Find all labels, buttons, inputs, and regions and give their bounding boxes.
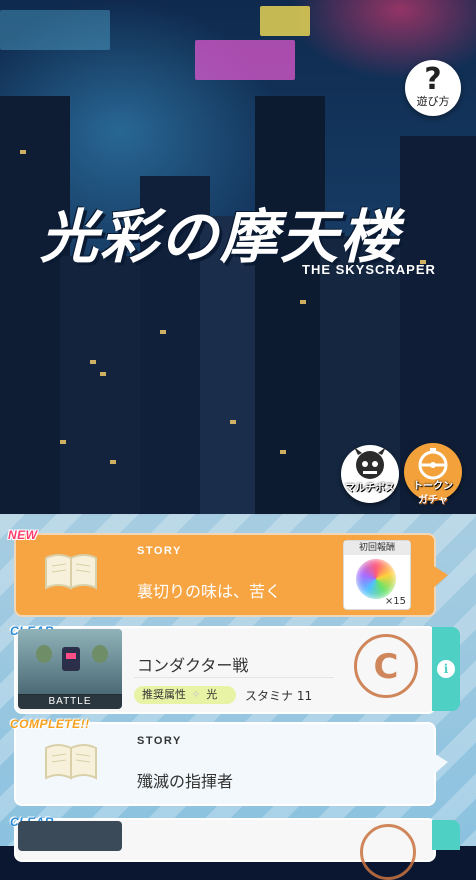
help-label: 遊び方 bbox=[416, 95, 450, 108]
quest-type-label: STORY bbox=[137, 545, 182, 557]
neon-sign bbox=[0, 10, 110, 50]
building bbox=[60, 256, 150, 516]
battle-label: BATTLE bbox=[18, 694, 122, 709]
window-light bbox=[60, 440, 66, 444]
event-logo: 光彩の摩天楼 THE SKYSCRAPER bbox=[40, 190, 460, 285]
neon-sign bbox=[260, 6, 310, 36]
quest-title: 裏切りの味は、苦く bbox=[137, 582, 282, 601]
enemy-conductor bbox=[62, 647, 80, 671]
enemy-minion bbox=[36, 645, 52, 663]
battle-thumbnail: BATTLE bbox=[18, 629, 122, 709]
window-light bbox=[90, 360, 96, 364]
multi-boss-button[interactable]: マルチボス bbox=[341, 445, 399, 503]
new-badge: NEW bbox=[8, 528, 38, 542]
token-gacha-button[interactable]: トークン ガチャ bbox=[404, 443, 462, 506]
window-light bbox=[160, 330, 166, 334]
stamina-cost: スタミナ 11 bbox=[245, 689, 313, 703]
quest-title: コンダクター戦 bbox=[137, 656, 249, 675]
divider bbox=[134, 677, 334, 678]
window-light bbox=[100, 372, 106, 376]
clear-stamp-icon: C bbox=[354, 634, 418, 698]
info-button[interactable]: i bbox=[432, 627, 460, 711]
book-icon bbox=[45, 554, 97, 590]
window-light bbox=[280, 450, 286, 454]
reward-header: 初回報酬 bbox=[344, 541, 410, 555]
quest-type-label: STORY bbox=[137, 735, 182, 747]
question-icon: ? bbox=[424, 62, 442, 97]
enemy-eye bbox=[66, 653, 76, 659]
clear-stamp-icon bbox=[360, 824, 416, 880]
neon-sign bbox=[195, 40, 295, 80]
attribute-label: 推奨属性 bbox=[142, 688, 186, 701]
boss-icon bbox=[354, 447, 386, 479]
quest-title: 殲滅の指揮者 bbox=[137, 772, 234, 791]
battle-thumbnail bbox=[18, 821, 122, 851]
logo-title-en: THE SKYSCRAPER bbox=[302, 262, 436, 277]
token-gacha-label-1: トークン bbox=[413, 481, 453, 492]
attribute-value: 光 bbox=[206, 688, 218, 701]
recommended-attribute: 推奨属性 ✧ 光 bbox=[134, 686, 236, 704]
complete-badge: COMPLETE!! bbox=[10, 717, 90, 731]
bubble-tail bbox=[432, 752, 448, 776]
enemy-minion bbox=[92, 645, 108, 663]
window-light bbox=[20, 150, 26, 154]
bubble-tail bbox=[432, 565, 448, 589]
window-light bbox=[230, 420, 236, 424]
info-icon: i bbox=[437, 660, 455, 678]
token-gacha-label-2: ガチャ bbox=[418, 495, 448, 506]
rainbow-orb-icon bbox=[356, 559, 396, 599]
window-light bbox=[110, 460, 116, 464]
light-attribute-icon: ✧ bbox=[191, 688, 201, 701]
reward-quantity: ×15 bbox=[384, 596, 406, 607]
building bbox=[255, 96, 325, 516]
first-clear-reward: 初回報酬 ×15 bbox=[343, 540, 411, 610]
help-button[interactable]: ? 遊び方 bbox=[405, 60, 461, 116]
window-light bbox=[300, 300, 306, 304]
book-icon bbox=[45, 744, 97, 780]
